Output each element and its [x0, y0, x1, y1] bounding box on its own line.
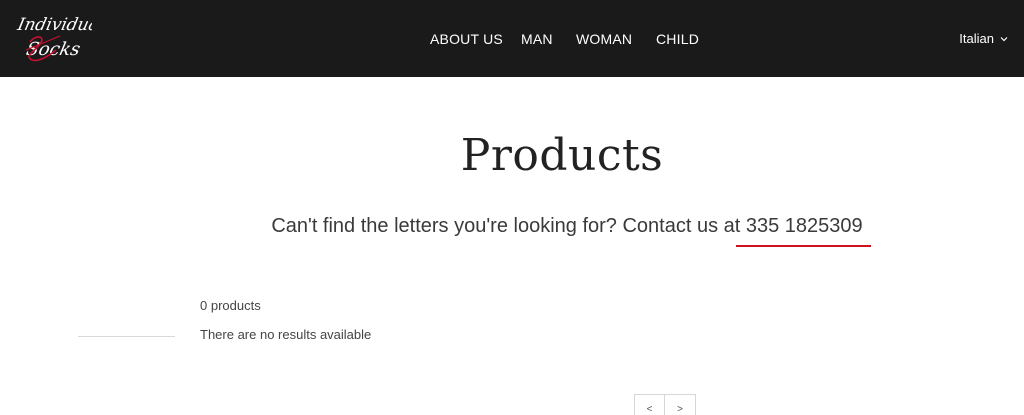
- chevron-down-icon: [1000, 37, 1008, 42]
- results-count: 0 products: [200, 298, 261, 313]
- top-navigation-bar: Individual Socks ABOUT US MAN WOMAN CHIL…: [0, 0, 1024, 77]
- phone-number: 335 1825309: [745, 215, 863, 237]
- main-nav: ABOUT US MAN WOMAN CHILD: [0, 29, 1024, 49]
- next-page-button[interactable]: >: [665, 394, 696, 415]
- contact-text: Can't find the letters you're looking fo…: [271, 215, 746, 237]
- nav-item-child[interactable]: CHILD: [656, 29, 699, 49]
- nav-item-about-us[interactable]: ABOUT US: [430, 29, 503, 49]
- phone-number-link[interactable]: 335 1825309: [735, 211, 871, 247]
- nav-item-man[interactable]: MAN: [521, 29, 553, 49]
- phone-underline: [735, 245, 871, 247]
- language-label: Italian: [959, 31, 994, 46]
- pagination: < >: [634, 394, 696, 415]
- contact-message: Can't find the letters you're looking fo…: [0, 211, 1024, 247]
- filter-sidebar-divider: [78, 336, 175, 337]
- nav-item-woman[interactable]: WOMAN: [576, 29, 632, 49]
- language-selector[interactable]: Italian: [959, 29, 1008, 49]
- page-title: Products: [460, 130, 664, 181]
- no-results-message: There are no results available: [200, 327, 372, 342]
- previous-page-button[interactable]: <: [634, 394, 665, 415]
